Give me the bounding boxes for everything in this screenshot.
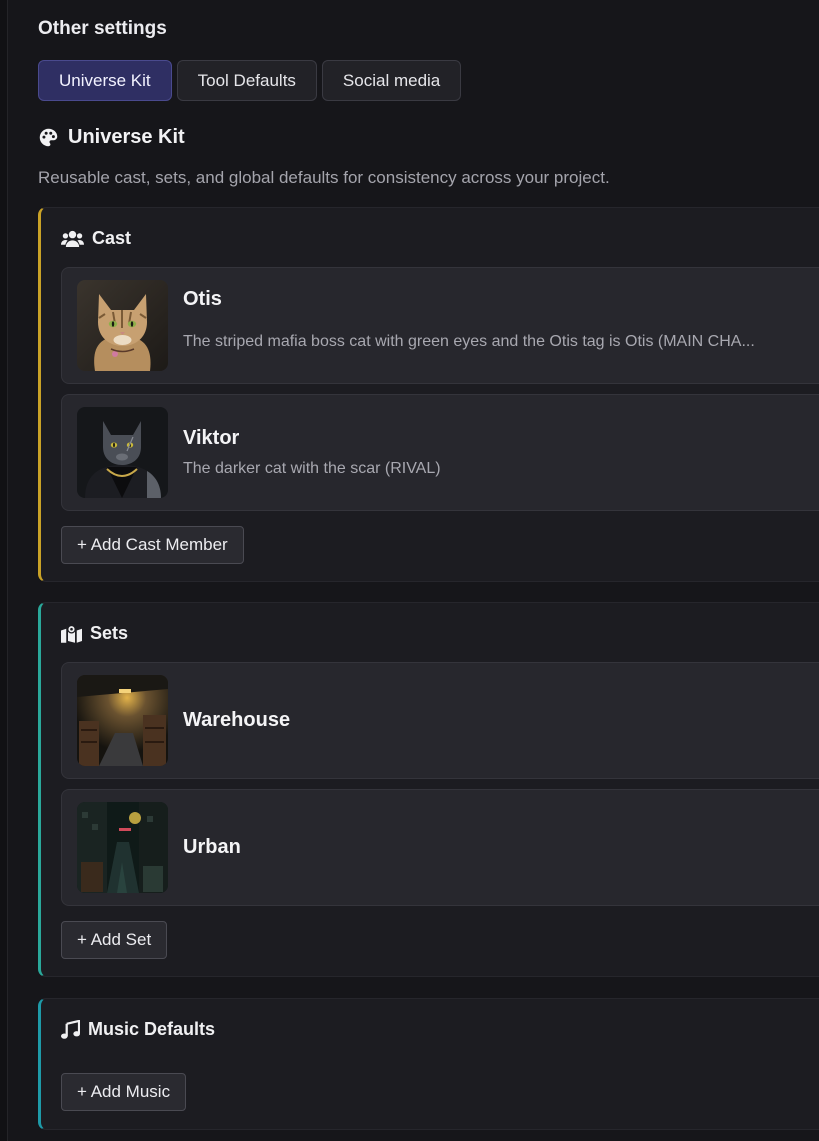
warehouse-thumbnail bbox=[77, 675, 168, 766]
users-icon bbox=[61, 230, 84, 248]
sets-panel: Sets Warehouse Urban + Add Set bbox=[38, 602, 819, 977]
settings-tabs: Universe Kit Tool Defaults Social media bbox=[38, 60, 462, 101]
viktor-avatar bbox=[77, 407, 168, 498]
tab-universe-kit[interactable]: Universe Kit bbox=[38, 60, 172, 101]
section-description: Reusable cast, sets, and global defaults… bbox=[38, 168, 610, 187]
urban-thumbnail bbox=[77, 802, 168, 893]
universe-kit-heading: Universe Kit bbox=[38, 126, 185, 149]
map-icon bbox=[61, 624, 82, 643]
otis-avatar bbox=[77, 280, 168, 371]
cast-panel: Cast Otis The striped mafia boss cat wit… bbox=[38, 207, 819, 582]
cast-description: The darker cat with the scar (RIVAL) bbox=[183, 460, 441, 477]
cast-label: Cast bbox=[92, 228, 132, 248]
set-name: Warehouse bbox=[183, 709, 291, 731]
cast-header: Cast bbox=[61, 228, 131, 249]
tab-tool-defaults[interactable]: Tool Defaults bbox=[176, 60, 317, 101]
sets-label: Sets bbox=[90, 623, 129, 643]
sets-header: Sets bbox=[61, 623, 128, 644]
cast-description: The striped mafia boss cat with green ey… bbox=[183, 333, 755, 350]
left-border bbox=[0, 0, 8, 1141]
section-title: Universe Kit bbox=[68, 126, 185, 148]
set-card-urban[interactable]: Urban bbox=[61, 789, 819, 906]
music-header: Music Defaults bbox=[61, 1019, 215, 1040]
add-music-button[interactable]: + Add Music bbox=[61, 1073, 187, 1111]
page-title: Other settings bbox=[38, 18, 167, 39]
add-set-button[interactable]: + Add Set bbox=[61, 921, 168, 959]
music-note-icon bbox=[61, 1020, 80, 1039]
set-name: Urban bbox=[183, 836, 241, 858]
music-defaults-panel: Music Defaults + Add Music bbox=[38, 998, 819, 1130]
set-card-warehouse[interactable]: Warehouse bbox=[61, 662, 819, 779]
cast-name: Viktor bbox=[183, 427, 240, 449]
add-cast-member-button[interactable]: + Add Cast Member bbox=[61, 526, 244, 564]
music-label: Music Defaults bbox=[88, 1019, 216, 1039]
palette-icon bbox=[38, 127, 59, 148]
cast-card-viktor[interactable]: Viktor The darker cat with the scar (RIV… bbox=[61, 394, 819, 511]
tab-social-media[interactable]: Social media bbox=[321, 60, 462, 101]
cast-name: Otis bbox=[183, 288, 222, 310]
cast-card-otis[interactable]: Otis The striped mafia boss cat with gre… bbox=[61, 267, 819, 384]
